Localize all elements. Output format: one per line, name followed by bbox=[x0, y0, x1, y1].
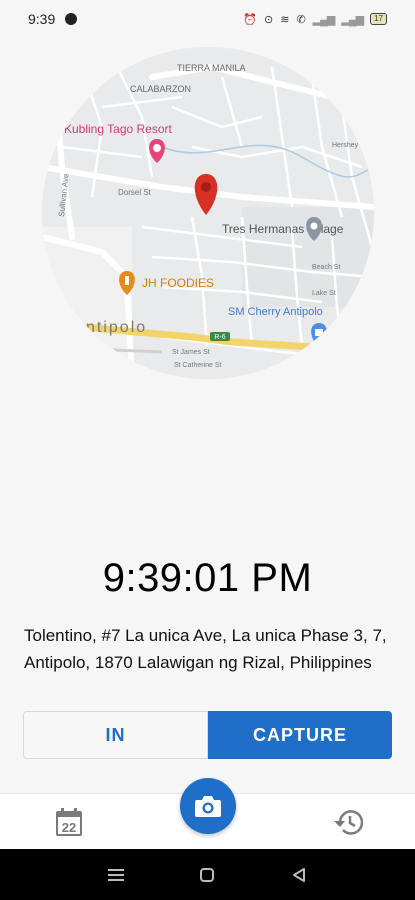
capture-button[interactable]: CAPTURE bbox=[208, 711, 392, 759]
battery-icon: 17 bbox=[370, 13, 387, 25]
status-time: 9:39 bbox=[28, 11, 56, 27]
current-time: 9:39:01 PM bbox=[102, 556, 313, 600]
location-map[interactable]: R-6 TIERRA MANILA CALABARZON Kubling Tag… bbox=[42, 47, 374, 379]
map-label-lake: Lake St bbox=[312, 290, 336, 297]
map-label-hershey: Hershey St bbox=[332, 142, 367, 149]
map-label-antipolo: ntipolo bbox=[86, 319, 147, 336]
camera-icon bbox=[195, 796, 221, 817]
status-right: ⏰ ⊙ ≋ ✆ ▂▄▆ ▂▄▆ 17 bbox=[243, 13, 387, 26]
map-label-st-james: St James St bbox=[172, 349, 210, 356]
map-label-jh-foodies: JH FOODIES bbox=[142, 276, 214, 290]
signal-icon-2: ▂▄▆ bbox=[341, 13, 364, 26]
route-label: R-6 bbox=[214, 334, 225, 341]
map-label-resort: Kubling Tago Resort bbox=[64, 122, 173, 136]
menu-icon bbox=[107, 868, 124, 881]
history-icon bbox=[334, 810, 364, 835]
history-nav-button[interactable] bbox=[331, 807, 364, 837]
system-nav-bar bbox=[0, 849, 415, 900]
alarm-icon: ⏰ bbox=[243, 13, 257, 26]
current-address: Tolentino, #7 La unica Ave, La unica Pha… bbox=[24, 626, 387, 672]
location-icon: ⊙ bbox=[264, 13, 274, 26]
calendar-nav-button[interactable]: 22 bbox=[55, 807, 83, 837]
back-triangle-icon bbox=[293, 867, 306, 882]
messenger-icon bbox=[65, 13, 78, 25]
camera-fab-button[interactable] bbox=[180, 778, 236, 834]
map-label-beach: Beach St bbox=[312, 264, 340, 271]
call-icon: ✆ bbox=[296, 13, 306, 26]
map-label-tierra: TIERRA MANILA bbox=[177, 63, 246, 73]
map-label-sm-cherry: SM Cherry Antipolo bbox=[228, 306, 323, 318]
calendar-icon: 22 bbox=[56, 808, 82, 836]
in-button[interactable]: IN bbox=[23, 711, 208, 759]
map-label-calabarzon: CALABARZON bbox=[130, 84, 191, 94]
status-left: 9:39 bbox=[28, 11, 78, 27]
signal-icon: ▂▄▆ bbox=[312, 13, 336, 26]
home-button[interactable] bbox=[195, 863, 219, 887]
map-label-st-catherine: St Catherine St bbox=[174, 362, 222, 369]
back-button[interactable] bbox=[287, 863, 311, 887]
wifi-icon: ≋ bbox=[280, 13, 290, 26]
home-square-icon bbox=[200, 867, 215, 882]
map-label-tres-hermanas: Tres Hermanas Village bbox=[222, 222, 344, 236]
status-bar: 9:39 ⏰ ⊙ ≋ ✆ ▂▄▆ ▂▄▆ 17 bbox=[0, 0, 415, 38]
map-label-dorsel: Dorsel St bbox=[118, 188, 152, 197]
recent-apps-button[interactable] bbox=[104, 863, 128, 887]
map-canvas: R-6 TIERRA MANILA CALABARZON Kubling Tag… bbox=[42, 47, 374, 379]
calendar-day: 22 bbox=[62, 820, 76, 835]
shop-marker-icon[interactable] bbox=[311, 323, 327, 347]
